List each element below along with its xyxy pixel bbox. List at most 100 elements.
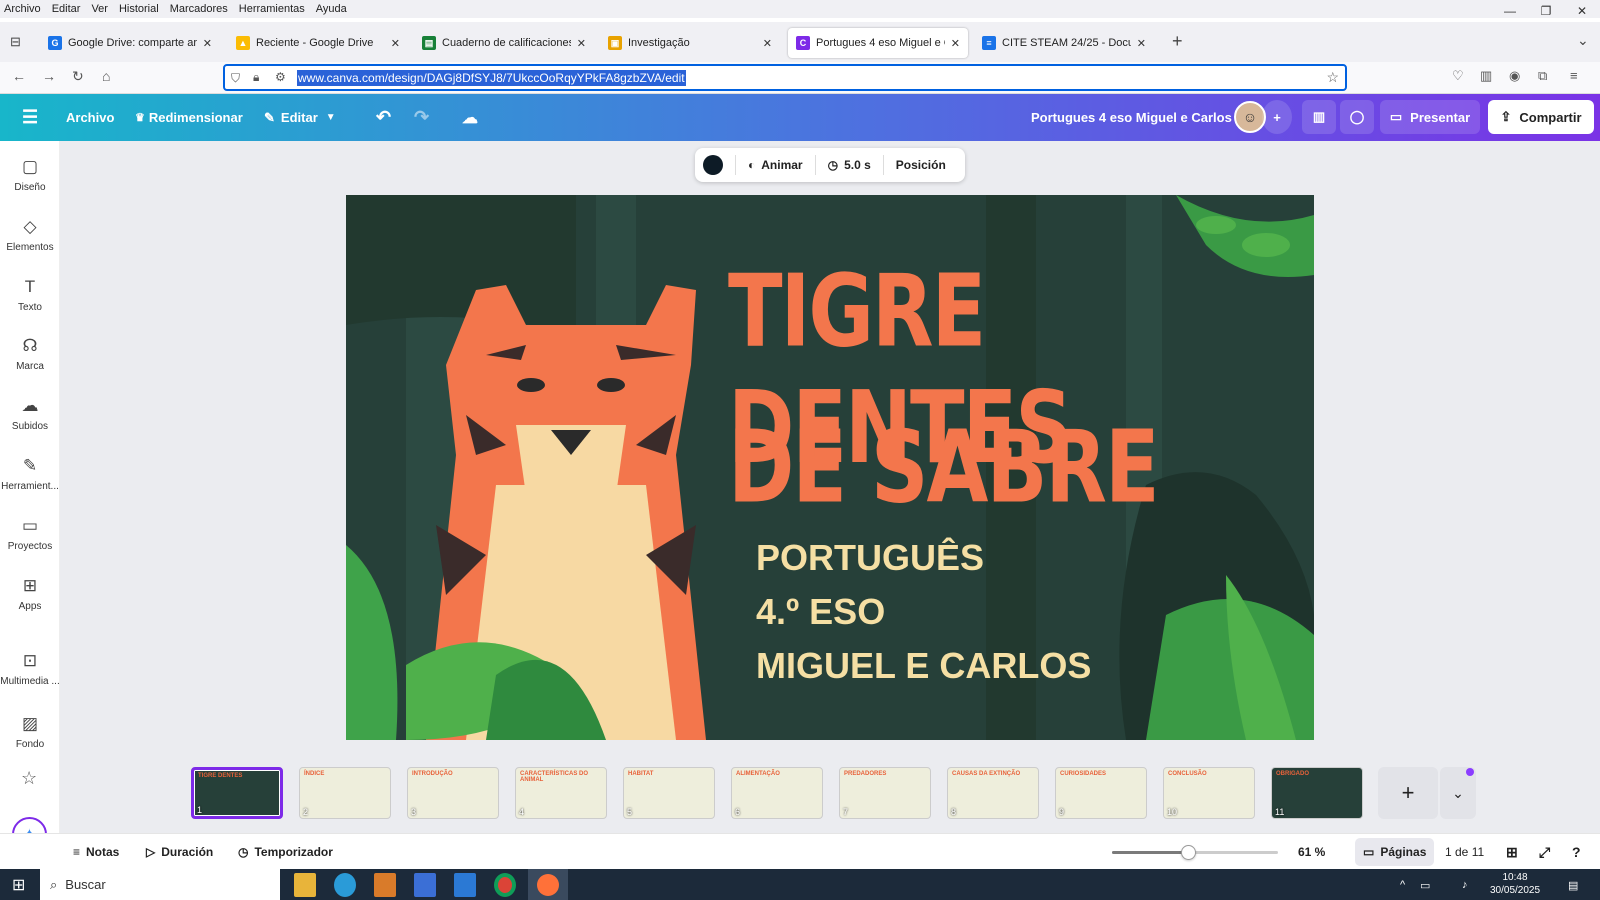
browser-tab[interactable]: ▤ Cuaderno de calificaciones de 4 ✕ xyxy=(414,28,594,58)
url-text[interactable]: www.canva.com/design/DAGj8DfSYJ8/7UkccOo… xyxy=(297,69,686,86)
sidebar-item-6[interactable]: ✎ Herramient... xyxy=(0,456,60,492)
browser-tab[interactable]: ≡ CITE STEAM 24/25 - Document ✕ xyxy=(974,28,1154,58)
duration-bottom-button[interactable]: ▷ Duración xyxy=(146,834,213,870)
notifications-icon[interactable]: ▤ xyxy=(1568,873,1578,897)
page-thumbnail[interactable]: CARACTERÍSTICAS DO ANIMAL 4 xyxy=(515,767,607,819)
page-thumbnail[interactable]: OBRIGADO 11 xyxy=(1271,767,1363,819)
sidebar-item-9[interactable]: ⊡ Multimedia ... xyxy=(0,651,60,687)
share-button[interactable]: ⇪ Compartir xyxy=(1488,100,1594,134)
account-icon[interactable]: ◉ xyxy=(1509,68,1520,84)
add-collaborator-icon[interactable]: + xyxy=(1262,100,1292,134)
windows-start-icon[interactable]: ⊞ xyxy=(12,873,25,897)
menu-item[interactable]: Archivo xyxy=(4,3,41,15)
permissions-icon[interactable]: ⚙ xyxy=(275,70,286,84)
redo-icon[interactable]: ↷ xyxy=(414,94,429,141)
sidebar-item-4[interactable]: ☊ Marca xyxy=(0,336,60,372)
mail-icon[interactable] xyxy=(454,873,476,897)
animate-button[interactable]: ◐ Animar xyxy=(748,158,803,172)
lock-icon[interactable]: 🔒︎ xyxy=(253,70,259,85)
close-window-icon[interactable]: ✕ xyxy=(1564,0,1600,22)
slide-subtitle-line-3[interactable]: MIGUEL E CARLOS xyxy=(756,645,1091,687)
close-tab-icon[interactable]: ✕ xyxy=(1137,37,1146,50)
color-swatch[interactable] xyxy=(703,155,723,175)
cloud-save-icon[interactable]: ☁ xyxy=(462,94,478,141)
menu-item[interactable]: Ayuda xyxy=(316,3,347,15)
present-button[interactable]: ▭ Presentar xyxy=(1380,100,1480,134)
notes-button[interactable]: ≡ Notas xyxy=(73,834,119,870)
add-page-button[interactable]: + xyxy=(1378,767,1438,819)
reload-icon[interactable]: ↻ xyxy=(72,68,84,85)
comments-icon[interactable]: ◯ xyxy=(1340,100,1374,134)
menu-item[interactable]: Herramientas xyxy=(239,3,305,15)
app-menu-icon[interactable]: ≡ xyxy=(1570,68,1578,83)
browser-tab[interactable]: C Portugues 4 eso Miguel e Carl ✕ xyxy=(788,28,968,58)
taskbar-search[interactable]: ⌕ Buscar xyxy=(40,869,280,900)
menu-item[interactable]: Historial xyxy=(119,3,159,15)
sidebar-item-7[interactable]: ▭ Proyectos xyxy=(0,516,60,552)
pages-button[interactable]: ▭ Páginas xyxy=(1355,838,1435,866)
browser-tab[interactable]: ▣ Investigação ✕ xyxy=(600,28,780,58)
fullscreen-icon[interactable]: ⤢ xyxy=(1539,834,1550,870)
zoom-slider[interactable] xyxy=(1112,845,1278,860)
timer-button[interactable]: ◷ Temporizador xyxy=(238,834,333,870)
grid-view-icon[interactable]: ⊞ xyxy=(1506,834,1518,870)
page-thumbnail[interactable]: CAUSAS DA EXTINÇÃO 8 xyxy=(947,767,1039,819)
duration-button[interactable]: ◷ 5.0 s xyxy=(828,158,871,172)
page-thumbnail[interactable]: HABITAT 5 xyxy=(623,767,715,819)
favorites-star-icon[interactable]: ☆ xyxy=(21,768,37,789)
close-tab-icon[interactable]: ✕ xyxy=(763,37,772,50)
slide-subtitle-line-1[interactable]: PORTUGUÊS xyxy=(756,537,984,579)
restore-icon[interactable]: ❐ xyxy=(1528,0,1564,22)
url-bar[interactable]: ⛉ 🔒︎ ⚙ www.canva.com/design/DAGj8DfSYJ8/… xyxy=(223,64,1347,91)
shield-icon[interactable]: ⛉ xyxy=(231,71,240,86)
tray-chevron-icon[interactable]: ^ xyxy=(1400,873,1405,897)
home-icon[interactable]: ⌂ xyxy=(102,68,110,84)
position-button[interactable]: Posición xyxy=(896,158,946,172)
network-icon[interactable]: ▭ xyxy=(1420,873,1430,897)
zoom-slider-thumb[interactable] xyxy=(1181,845,1197,860)
sidebar-item-1[interactable]: ▢ Diseño xyxy=(0,157,60,193)
close-tab-icon[interactable]: ✕ xyxy=(203,37,212,50)
hamburger-menu-icon[interactable]: ☰ xyxy=(22,94,38,141)
page-thumbnail[interactable]: CURIOSIDADES 9 xyxy=(1055,767,1147,819)
page-thumbnail[interactable]: CONCLUSÃO 10 xyxy=(1163,767,1255,819)
extensions-icon[interactable]: ⧉ xyxy=(1538,68,1547,84)
volume-icon[interactable]: ♪ xyxy=(1462,873,1468,897)
file-explorer-icon[interactable] xyxy=(294,873,316,897)
clock[interactable]: 10:48 30/05/2025 xyxy=(1490,871,1540,897)
undo-icon[interactable]: ↶ xyxy=(376,94,391,141)
edge-icon[interactable] xyxy=(334,873,356,897)
sidebar-item-5[interactable]: ☁ Subidos xyxy=(0,396,60,432)
forward-icon[interactable]: → xyxy=(42,68,56,84)
sidebar-item-2[interactable]: ◇ Elementos xyxy=(0,217,60,253)
browser-tab[interactable]: G Google Drive: comparte archivos ✕ xyxy=(40,28,220,58)
close-tab-icon[interactable]: ✕ xyxy=(951,37,960,50)
page-thumbnail[interactable]: INTRODUÇÃO 3 xyxy=(407,767,499,819)
menu-item[interactable]: Editar xyxy=(52,3,81,15)
page-thumbnail[interactable]: PREDADORES 7 xyxy=(839,767,931,819)
sidebar-item-8[interactable]: ⊞ Apps xyxy=(0,576,60,612)
tab-list-icon[interactable]: ⊟ xyxy=(10,34,21,50)
new-tab-icon[interactable]: + xyxy=(1172,31,1183,52)
sidebar-item-3[interactable]: T Texto xyxy=(0,277,60,313)
pocket-icon[interactable]: ♡ xyxy=(1452,68,1464,84)
document-title[interactable]: Portugues 4 eso Miguel e Carlos xyxy=(1031,94,1232,141)
store-icon[interactable] xyxy=(414,873,436,897)
page-thumbnail[interactable]: TIGRE DENTES 1 xyxy=(191,767,283,819)
resize-button[interactable]: ♛ Redimensionar xyxy=(135,94,243,141)
page-thumbnail[interactable]: ALIMENTAÇÃO 6 xyxy=(731,767,823,819)
slide-canvas[interactable]: TIGRE DENTES DE SABRE PORTUGUÊS 4.º ESO … xyxy=(346,195,1314,740)
media-app-icon[interactable] xyxy=(374,873,396,897)
firefox-icon[interactable] xyxy=(528,869,568,900)
minimize-icon[interactable]: — xyxy=(1492,0,1528,22)
chrome-icon[interactable] xyxy=(494,873,516,897)
list-all-tabs-icon[interactable]: ⌄ xyxy=(1577,32,1589,49)
back-icon[interactable]: ← xyxy=(12,68,26,84)
sidebar-item-10[interactable]: ▨ Fondo xyxy=(0,714,60,750)
edit-button[interactable]: ✎ Editar ▼ xyxy=(264,94,336,141)
menu-item[interactable]: Ver xyxy=(91,3,108,15)
file-menu-button[interactable]: Archivo xyxy=(66,94,114,141)
insights-icon[interactable]: ▥ xyxy=(1302,100,1336,134)
slide-title-line-2[interactable]: DE SABRE xyxy=(728,409,1160,525)
bookmark-star-icon[interactable]: ☆ xyxy=(1326,69,1339,86)
